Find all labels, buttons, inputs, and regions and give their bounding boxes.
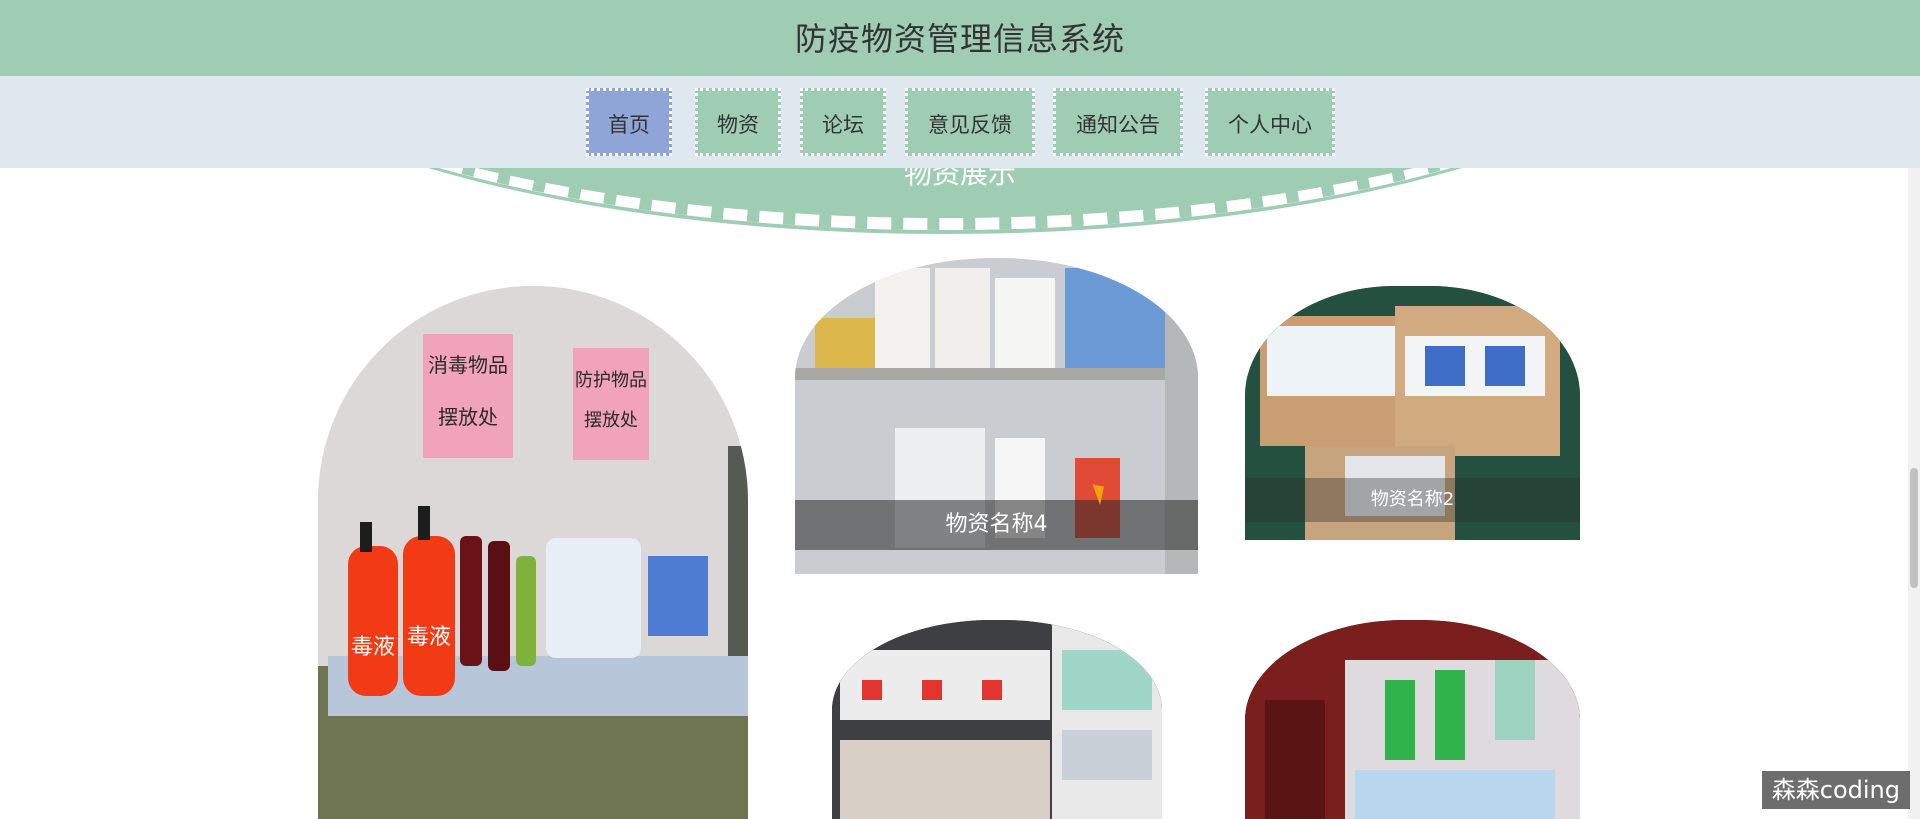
product-card-2[interactable]: 物资名称4 — [795, 258, 1198, 574]
nav-item-notices[interactable]: 通知公告 — [1053, 88, 1183, 156]
header-bar: 防疫物资管理信息系统 — [0, 0, 1920, 76]
sign-right-line1: 防护物品 — [575, 370, 647, 391]
product-card-1[interactable]: 消毒物品 摆放处 防护物品 摆放处 毒液 毒液 — [318, 286, 748, 819]
product-card-4[interactable] — [832, 620, 1162, 819]
nav-item-feedback[interactable]: 意见反馈 — [905, 88, 1035, 156]
nav-list: 首页 物资 论坛 意见反馈 通知公告 个人中心 — [0, 88, 1920, 156]
product-photo-1: 消毒物品 摆放处 防护物品 摆放处 毒液 毒液 — [318, 286, 748, 819]
product-card-3[interactable]: 物资名称2 — [1245, 286, 1580, 540]
sign-left-line2: 摆放处 — [438, 405, 498, 429]
product-photo-5 — [1245, 620, 1580, 819]
main-nav: 首页 物资 论坛 意见反馈 通知公告 个人中心 — [0, 76, 1920, 168]
product-photo-4 — [832, 620, 1162, 819]
sign-right-line2: 摆放处 — [584, 410, 638, 431]
nav-item-home[interactable]: 首页 — [586, 88, 672, 156]
nav-item-personal-center[interactable]: 个人中心 — [1205, 88, 1335, 156]
watermark: 森森coding — [1761, 771, 1910, 809]
page: 防疫物资管理信息系统 首页 物资 论坛 意见反馈 通知公告 个人中心 物资展示 … — [0, 0, 1920, 819]
nav-item-supplies[interactable]: 物资 — [695, 88, 781, 156]
product-caption-2: 物资名称4 — [795, 500, 1198, 550]
nav-item-forum[interactable]: 论坛 — [800, 88, 886, 156]
sign-left-line1: 消毒物品 — [428, 353, 508, 377]
product-caption-3: 物资名称2 — [1245, 478, 1580, 522]
bottle-label-1: 毒液 — [351, 635, 395, 660]
scrollbar-thumb[interactable] — [1910, 468, 1918, 588]
bottle-label-2: 毒液 — [407, 625, 451, 650]
site-title: 防疫物资管理信息系统 — [794, 20, 1125, 58]
page-scrollbar[interactable] — [1908, 168, 1920, 819]
product-card-5[interactable] — [1245, 620, 1580, 819]
